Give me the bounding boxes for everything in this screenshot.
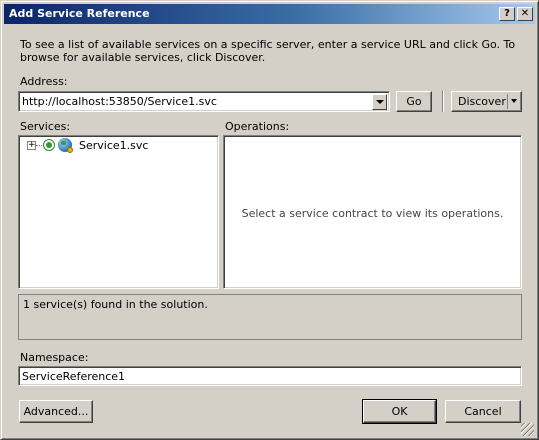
operations-placeholder: Select a service contract to view its op… bbox=[241, 207, 504, 220]
address-combobox[interactable]: http://localhost:53850/Service1.svc bbox=[18, 91, 390, 112]
namespace-field[interactable]: ServiceReference1 bbox=[18, 366, 522, 386]
tree-expand-icon[interactable]: + bbox=[27, 141, 36, 150]
operations-label-text: Operations: bbox=[225, 120, 290, 133]
discover-button-label[interactable]: Discover bbox=[458, 92, 506, 111]
services-tree[interactable]: + Service1.svc bbox=[18, 135, 219, 289]
add-service-reference-dialog: Add Service Reference ? ✕ To see a list … bbox=[0, 0, 539, 440]
namespace-label: Namespace: bbox=[20, 351, 88, 364]
discover-dropdown-icon[interactable] bbox=[511, 99, 517, 103]
toolbar-separator bbox=[442, 91, 444, 112]
services-label: Services: bbox=[20, 120, 70, 133]
namespace-input[interactable]: ServiceReference1 bbox=[22, 370, 125, 383]
advanced-button[interactable]: Advanced... bbox=[19, 400, 93, 423]
cancel-button[interactable]: Cancel bbox=[445, 400, 521, 423]
ok-button-label: OK bbox=[391, 405, 408, 418]
address-dropdown-button[interactable] bbox=[372, 94, 387, 110]
discover-split-button[interactable]: Discover bbox=[451, 91, 522, 112]
operations-label: Operations: bbox=[225, 120, 289, 133]
tree-connector bbox=[36, 145, 42, 146]
description-text: To see a list of available services on a… bbox=[20, 38, 516, 64]
split-divider bbox=[507, 94, 508, 109]
go-button[interactable]: Go bbox=[396, 91, 432, 112]
ok-button[interactable]: OK bbox=[362, 399, 437, 424]
address-label-text: Address: bbox=[20, 75, 68, 88]
advanced-button-label: Advanced... bbox=[23, 405, 89, 418]
status-panel: 1 service(s) found in the solution. bbox=[18, 294, 522, 340]
globe-icon bbox=[58, 138, 73, 153]
title-bar[interactable]: Add Service Reference ? ✕ bbox=[4, 4, 535, 24]
help-button[interactable]: ? bbox=[499, 7, 515, 21]
address-label: Address: bbox=[20, 75, 68, 88]
close-button[interactable]: ✕ bbox=[517, 7, 533, 21]
tree-item-service1[interactable]: Service1.svc bbox=[79, 139, 148, 152]
services-label-text: Services: bbox=[20, 120, 71, 133]
dialog-title: Add Service Reference bbox=[9, 7, 150, 20]
operations-list[interactable]: Select a service contract to view its op… bbox=[223, 135, 522, 289]
go-button-label: Go bbox=[406, 95, 422, 108]
chevron-down-icon bbox=[376, 100, 384, 104]
resize-grip[interactable] bbox=[521, 423, 534, 436]
status-text: 1 service(s) found in the solution. bbox=[23, 298, 208, 311]
namespace-label-text: Namespace: bbox=[20, 351, 89, 364]
cancel-button-label: Cancel bbox=[464, 405, 502, 418]
service-node-icon bbox=[43, 139, 55, 151]
address-input[interactable]: http://localhost:53850/Service1.svc bbox=[22, 95, 217, 108]
